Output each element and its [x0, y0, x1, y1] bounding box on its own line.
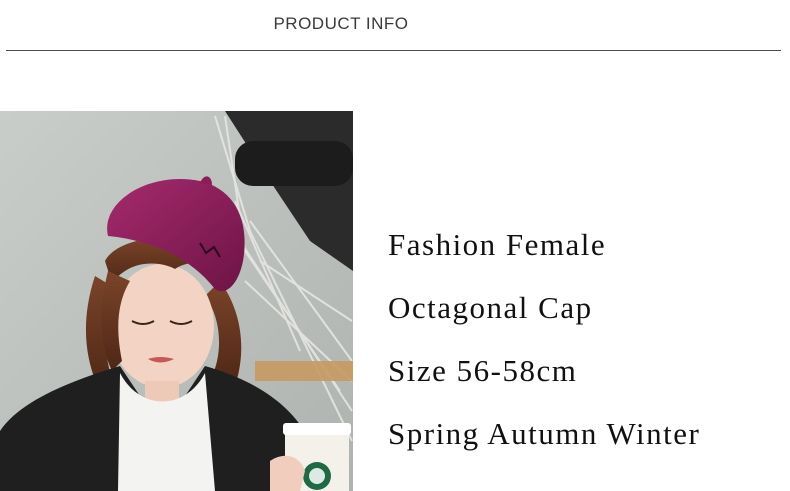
description-line: Fashion Female: [388, 227, 607, 262]
section-title: PRODUCT INFO: [273, 14, 409, 33]
section-divider: [6, 50, 781, 51]
product-description: Fashion Female Octagonal Cap Size 56-58c…: [388, 222, 788, 474]
product-photo: [0, 111, 353, 491]
description-line: Size 56-58cm: [388, 353, 578, 388]
description-line: Octagonal Cap: [388, 290, 593, 325]
description-line: Spring Autumn Winter: [388, 416, 701, 451]
